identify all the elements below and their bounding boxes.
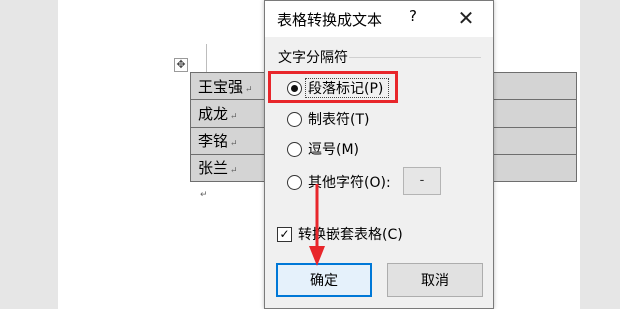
table-to-text-dialog: 表格转换成文本 ? ✕ 文字分隔符 段落标记(P) 制表符(T) 逗号(M) 其… bbox=[264, 0, 494, 309]
help-button[interactable]: ? bbox=[403, 7, 423, 29]
cell-text: 张兰 bbox=[198, 159, 229, 178]
cell-text: 王宝强 bbox=[198, 77, 244, 96]
table-cell[interactable]: 张兰 ↵ bbox=[190, 153, 267, 183]
table-move-handle-icon[interactable]: ✥ bbox=[174, 58, 188, 72]
radio-other-char[interactable]: 其他字符(O): bbox=[287, 171, 391, 193]
paragraph-mark-icon: ↵ bbox=[200, 190, 208, 200]
close-button[interactable]: ✕ bbox=[453, 5, 479, 31]
group-divider bbox=[349, 57, 481, 58]
paragraph-mark-icon: ↵ bbox=[230, 111, 238, 122]
other-char-input[interactable]: - bbox=[403, 167, 441, 195]
paragraph-mark-icon: ↵ bbox=[245, 84, 253, 95]
checkbox[interactable]: ✓ bbox=[277, 226, 292, 242]
radio-label: 制表符(T) bbox=[308, 112, 370, 128]
nested-tables-checkbox-row[interactable]: ✓ 转换嵌套表格(C) bbox=[277, 223, 403, 245]
radio-button[interactable] bbox=[287, 80, 302, 96]
cell-text: 李铭 bbox=[198, 132, 229, 151]
table-corner-mark bbox=[206, 44, 207, 72]
radio-label: 段落标记(P) bbox=[308, 81, 384, 97]
dialog-titlebar[interactable]: 表格转换成文本 ? ✕ bbox=[265, 1, 493, 37]
right-page-gutter bbox=[580, 0, 620, 309]
table-cell[interactable]: 李铭 ↵ bbox=[190, 126, 267, 155]
paragraph-mark-icon: ↵ bbox=[230, 139, 238, 150]
cancel-button[interactable]: 取消 bbox=[387, 263, 483, 297]
table-cell[interactable]: 王宝强 ↵ bbox=[190, 71, 267, 101]
radio-button[interactable] bbox=[287, 141, 302, 157]
paragraph-mark-icon: ↵ bbox=[230, 166, 238, 177]
radio-label: 逗号(M) bbox=[308, 142, 360, 158]
radio-label: 其他字符(O): bbox=[308, 175, 391, 191]
radio-button[interactable] bbox=[287, 174, 302, 190]
table-cell[interactable]: 成龙 ↵ bbox=[190, 99, 267, 128]
radio-button[interactable] bbox=[287, 111, 302, 127]
separator-group-label: 文字分隔符 bbox=[278, 50, 348, 66]
dialog-title: 表格转换成文本 bbox=[277, 11, 383, 29]
cell-text: 成龙 bbox=[198, 104, 229, 123]
radio-comma[interactable]: 逗号(M) bbox=[287, 138, 359, 160]
left-page-gutter bbox=[0, 0, 58, 309]
radio-paragraph-mark[interactable]: 段落标记(P) bbox=[287, 77, 383, 99]
radio-selected-dot bbox=[291, 84, 298, 92]
ok-button[interactable]: 确定 bbox=[276, 263, 372, 297]
checkbox-label: 转换嵌套表格(C) bbox=[298, 227, 403, 243]
radio-tab[interactable]: 制表符(T) bbox=[287, 108, 369, 130]
